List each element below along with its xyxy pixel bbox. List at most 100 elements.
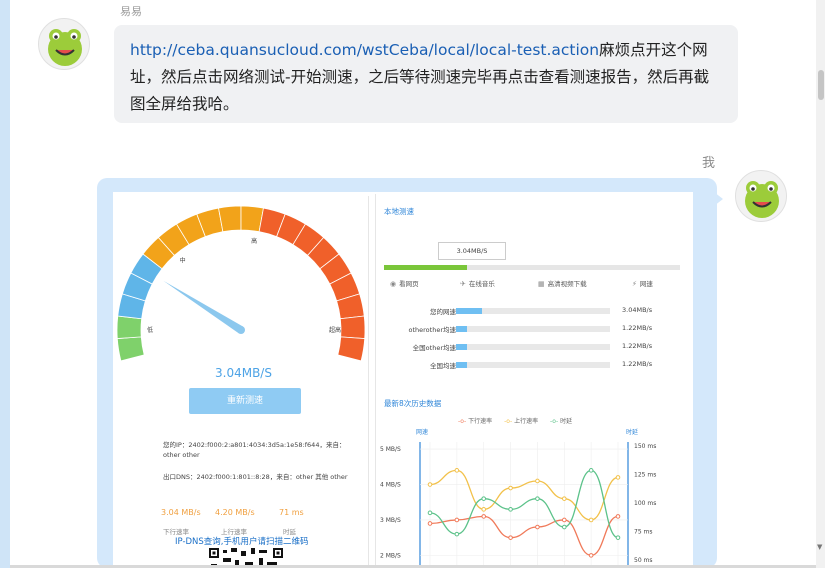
- self-name: 我: [702, 156, 716, 171]
- gauge-panel: 低 中 高 超高 3.04MB/S 重新测速 您的IP：2402:f000:2:…: [117, 196, 369, 568]
- history-chart: 网速 时延 2 MB/S 3 MB/S 4 MB/S 5 MB/S 50 ms 75 ms…: [380, 428, 656, 566]
- download-stat-value: 3.04 MB/s: [161, 508, 201, 517]
- contact-avatar[interactable]: [38, 18, 90, 70]
- bar-row-national: 全国均速 1.22MB/s: [376, 358, 692, 372]
- self-avatar[interactable]: [735, 170, 787, 222]
- qr-title[interactable]: IP-DNS查询,手机用户请扫描二维码: [175, 535, 309, 547]
- chat-area: 易易 http://ceba.quansucloud.com/wstCeba/l…: [10, 0, 816, 568]
- tab-web[interactable]: ◉ 看网页: [390, 278, 419, 288]
- left-tick-label: 2 MB/S: [380, 552, 401, 559]
- series-point: [588, 517, 594, 523]
- series-line: [429, 469, 619, 539]
- legend-latency: -o- 时延: [550, 418, 573, 425]
- series-point: [427, 521, 433, 526]
- frog-avatar-icon: [48, 29, 82, 66]
- series-point: [561, 496, 567, 501]
- bar-fill: [456, 326, 467, 332]
- bar-track: [456, 362, 610, 368]
- history-title: 最新8次历史数据: [384, 399, 442, 408]
- series-point: [508, 535, 513, 540]
- right-axis-label: 时延: [626, 428, 638, 436]
- series-point: [508, 507, 513, 512]
- series-point: [535, 524, 540, 530]
- series-point: [615, 514, 621, 519]
- tab-web-label: 看网页: [399, 280, 419, 288]
- bar-track: [456, 344, 610, 350]
- globe-icon: ◉: [390, 280, 397, 288]
- tab-speed-label: 网速: [639, 280, 653, 288]
- series-point: [615, 475, 621, 480]
- upload-stat-value: 4.20 MB/s: [215, 508, 255, 517]
- gauge-segment: [218, 205, 242, 233]
- host-window-edge: [0, 0, 10, 568]
- bar-value: 1.22MB/s: [622, 360, 653, 368]
- bar-track: [456, 326, 610, 332]
- progress-label: 3.04MB/S: [438, 242, 506, 260]
- bar-track: [456, 308, 610, 314]
- speed-readout: 3.04MB/S: [215, 366, 272, 380]
- series-point: [427, 482, 433, 487]
- message-link[interactable]: http://ceba.quansucloud.com/wstCeba/loca…: [130, 41, 599, 59]
- test-progress-fill: [384, 265, 467, 270]
- dns-info: 出口DNS：2402:f000:1:801::8:28，来自：other 其他 …: [163, 473, 348, 481]
- bar-value: 1.22MB/s: [622, 324, 653, 332]
- local-test-title: 本地测速: [384, 207, 414, 216]
- series-point: [535, 496, 540, 501]
- tab-video-label: 高清视频下载: [547, 280, 587, 288]
- series-point: [454, 517, 460, 523]
- series-point: [454, 468, 460, 473]
- gauge-label-mid: 中: [180, 257, 186, 265]
- series-point: [427, 510, 433, 516]
- bar-fill: [456, 344, 467, 350]
- bar-value: 3.04MB/s: [622, 306, 653, 314]
- scrollbar-thumb[interactable]: [818, 70, 824, 100]
- legend-upload: -o- 上行速率: [504, 418, 539, 425]
- bar-row-national-isp: 全国other均速 1.22MB/s: [376, 340, 692, 354]
- series-point: [535, 478, 540, 484]
- gauge-needle: [163, 280, 244, 334]
- series-point: [481, 496, 487, 501]
- gauge-label-top: 超高: [329, 326, 341, 334]
- sender-name: 易易: [120, 5, 142, 18]
- chart-legend: -o- 下行速率 -o- 上行速率 -o- 时延: [458, 416, 582, 425]
- series-point: [454, 531, 460, 537]
- gauge-label-low: 低: [147, 326, 153, 334]
- tab-music[interactable]: ✈ 在线音乐: [460, 278, 495, 288]
- retest-button[interactable]: 重新测速: [189, 388, 301, 414]
- results-panel: 本地测速 3.04MB/S ◉ 看网页 ✈ 在线音乐 ▦ 高清视频下载 ⚡ 网速 您的网…: [375, 194, 691, 568]
- bolt-icon: ⚡: [632, 280, 637, 288]
- scroll-down-arrow-icon[interactable]: ▼: [817, 543, 822, 551]
- series-point: [588, 553, 594, 558]
- bar-row-yours: 您的网速 3.04MB/s: [376, 304, 692, 318]
- speedtest-screenshot[interactable]: 低 中 高 超高 3.04MB/S 重新测速 您的IP：2402:f000:2:…: [113, 192, 693, 568]
- gauge-segment: [117, 336, 145, 362]
- left-axis-label: 网速: [416, 429, 428, 436]
- ip-info: 您的IP：2402:f000:2:a801:4034:3d5a:1e58:f64…: [163, 441, 346, 459]
- gauge-hub: [237, 326, 245, 334]
- gauge-segment: [339, 315, 366, 339]
- bar-label: otherother均速: [408, 326, 457, 334]
- bar-label: 全国other均速: [412, 344, 456, 352]
- bar-fill: [456, 308, 483, 314]
- right-tick-label: 100 ms: [634, 500, 656, 507]
- gauge-label-high: 高: [251, 237, 257, 245]
- bar-label: 您的网速: [430, 308, 456, 316]
- gauge-segment: [117, 315, 143, 339]
- series-point: [561, 517, 567, 523]
- image-message-bubble: 低 中 高 超高 3.04MB/S 重新测速 您的IP：2402:f000:2:…: [97, 178, 717, 568]
- tab-music-label: 在线音乐: [468, 280, 495, 288]
- tab-video[interactable]: ▦ 高清视频下载: [538, 278, 587, 288]
- left-tick-label: 3 MB/S: [380, 517, 401, 524]
- latency-stat-value: 71 ms: [279, 508, 304, 517]
- message-bubble: http://ceba.quansucloud.com/wstCeba/loca…: [114, 25, 738, 123]
- series-point: [481, 507, 487, 512]
- frog-avatar-icon: [745, 181, 779, 218]
- tab-speed[interactable]: ⚡ 网速: [632, 278, 653, 288]
- bar-fill: [456, 362, 467, 368]
- bar-row-region: otherother均速 1.22MB/s: [376, 322, 692, 336]
- series-point: [481, 514, 487, 519]
- test-progress-bar: [384, 265, 680, 270]
- speed-gauge: 低 中 高 超高: [117, 205, 366, 362]
- video-icon: ▦: [538, 280, 545, 288]
- bar-label: 全国均速: [430, 362, 456, 370]
